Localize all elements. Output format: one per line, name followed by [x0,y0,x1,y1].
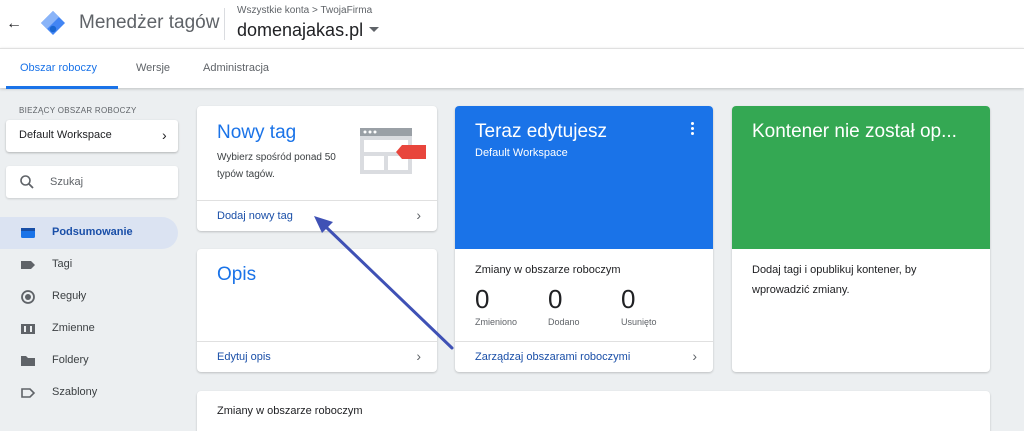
stat-modified: 0 Zmieniono [475,284,517,327]
workspace-changes-title: Zmiany w obszarze roboczym [217,405,363,417]
container-status-description: Dodaj tagi i opublikuj kontener, by wpro… [752,264,917,296]
search-box[interactable] [6,166,178,198]
workspace-name: Default Workspace [19,129,112,141]
current-workspace-name: Default Workspace [475,147,568,159]
container-status-header: Kontener nie został op... [732,106,990,249]
tab-bar: Obszar roboczy Wersje Administracja [0,48,1024,89]
sidebar-item-variables[interactable]: Zmienne [0,313,178,345]
sidebar-item-label: Szablony [52,386,98,398]
container-status-title: Kontener nie został op... [752,121,957,142]
now-editing-card: Teraz edytujesz Default Workspace Zmiany… [455,106,713,372]
new-tag-title: Nowy tag [217,122,297,143]
now-editing-title: Teraz edytujesz [475,121,608,142]
now-editing-header: Teraz edytujesz Default Workspace [455,106,713,249]
container-selector[interactable]: domenajakas.pl [237,20,363,41]
description-title: Opis [217,264,257,285]
manage-workspaces-link[interactable]: Zarządzaj obszarami roboczymi › [455,341,713,372]
chevron-right-icon: › [416,348,421,364]
sidebar-item-folders[interactable]: Foldery [0,345,178,377]
template-icon [21,388,36,398]
stat-value: 0 [475,284,490,314]
sidebar-item-label: Podsumowanie [52,226,133,238]
stat-label: Dodano [548,317,580,327]
stat-value: 0 [621,284,636,314]
variable-icon [21,324,35,334]
header-divider [224,8,225,40]
workspace-changes-card: Zmiany w obszarze roboczym [197,391,990,431]
summary-icon [21,228,35,238]
stat-deleted: 0 Usunięto [621,284,657,327]
stat-label: Usunięto [621,317,657,327]
sidebar-item-tags[interactable]: Tagi [0,249,178,281]
search-input[interactable] [50,173,170,191]
more-vert-icon[interactable] [691,122,695,136]
top-app-bar: ← Menedżer tagów Wszystkie konta > Twoja… [0,0,1024,48]
tab-versions[interactable]: Wersje [136,62,170,74]
stat-label: Zmieniono [475,317,518,327]
workspace-heading: BIEŻĄCY OBSZAR ROBOCZY [19,106,137,115]
active-tab-indicator [6,86,118,89]
sidebar-item-templates[interactable]: Szablony [0,377,178,409]
add-new-tag-label: Dodaj nowy tag [217,210,293,222]
chevron-right-icon: › [692,348,697,364]
folder-icon [21,356,35,366]
breadcrumb-all-accounts[interactable]: Wszystkie konta [237,5,309,16]
sidebar-item-label: Foldery [52,354,89,366]
search-icon [20,175,34,189]
workspace-selector[interactable]: Default Workspace › [6,120,178,152]
breadcrumb: Wszystkie konta > TwojaFirma [237,5,372,16]
tag-illustration-icon [360,128,426,174]
edit-description-link[interactable]: Edytuj opis › [197,341,437,372]
dropdown-caret-icon[interactable] [369,27,379,32]
description-card: Opis Edytuj opis › [197,249,437,372]
app-title: Menedżer tagów [79,12,220,33]
tab-workspace[interactable]: Obszar roboczy [20,62,97,74]
new-tag-card: Nowy tag Wybierz spośród ponad 50 typów … [197,106,437,231]
add-new-tag-link[interactable]: Dodaj nowy tag › [197,200,437,231]
sidebar-item-label: Zmienne [52,322,95,334]
sidebar-item-label: Reguły [52,290,87,302]
chevron-right-icon: › [162,127,167,143]
workspace-changes-label: Zmiany w obszarze roboczym [475,264,621,276]
stat-value: 0 [548,284,563,314]
sidebar-item-summary[interactable]: Podsumowanie [0,217,178,249]
sidebar-item-triggers[interactable]: Reguły [0,281,178,313]
trigger-icon [21,290,35,304]
sidebar-item-label: Tagi [52,258,73,270]
chevron-right-icon: › [416,207,421,223]
stat-added: 0 Dodano [548,284,580,327]
edit-description-label: Edytuj opis [217,351,271,363]
back-arrow-icon[interactable]: ← [4,12,24,36]
tag-manager-logo [41,11,65,35]
manage-workspaces-label: Zarządzaj obszarami roboczymi [475,351,631,363]
tab-admin[interactable]: Administracja [203,62,269,74]
breadcrumb-account[interactable]: TwojaFirma [320,5,372,16]
container-status-card: Kontener nie został op... Dodaj tagi i o… [732,106,990,372]
new-tag-description: Wybierz spośród ponad 50 typów tagów. [217,152,336,180]
tag-icon [21,261,35,269]
